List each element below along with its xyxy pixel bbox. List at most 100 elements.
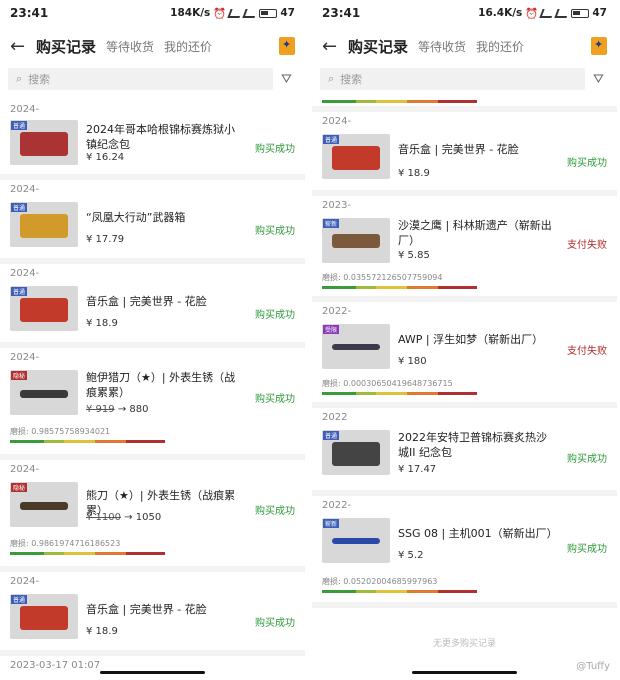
battery-icon	[259, 8, 278, 18]
item-name: 音乐盒 | 完美世界 - 花脸	[86, 295, 207, 308]
search-input[interactable]: ⌕ 搜索	[8, 68, 273, 90]
item-date: 2024-	[10, 464, 40, 475]
item-date: 2024-	[10, 352, 40, 363]
list-item[interactable]: 2022 普通 2022年安特卫普锦标赛炙热沙城II 纪念包 ¥ 17.47 购…	[312, 408, 617, 496]
wear-bar	[322, 286, 477, 289]
item-wear: 磨损: 0.0003065041964873​6715	[322, 379, 453, 388]
item-price: ¥ 1100 → 1050	[86, 512, 162, 523]
wear-bar	[322, 590, 477, 593]
list-item[interactable]: 2023- 崭新 沙漠之鹰 | 科林斯遗产（崭新出厂） ¥ 5.85 支付失败 …	[312, 196, 617, 302]
item-image: 普通	[10, 594, 78, 639]
item-price: ¥ 180	[398, 356, 427, 367]
list-item[interactable]: 2024- 普通 音乐盒 | 完美世界 - 花脸 ¥ 18.9 购买成功	[0, 572, 305, 656]
list-item[interactable]: 2024- 隐秘 鲍伊猎刀（★）| 外表生锈（战痕累累） ¥ 919 → 880…	[0, 348, 305, 460]
item-image: 崭新	[322, 518, 390, 563]
header: ← 购买记录 等待收货 我的还价	[312, 26, 617, 66]
tab-waiting-receipt[interactable]: 等待收货	[418, 38, 466, 55]
alarm-icon: ⏰	[213, 7, 227, 20]
item-date: 2022	[322, 412, 348, 423]
alarm-icon: ⏰	[525, 7, 539, 20]
tab-my-counter-offers[interactable]: 我的还价	[164, 38, 212, 55]
item-name: 音乐盒 | 完美世界 - 花脸	[398, 143, 519, 156]
item-date: 2023-03-17 01:07	[10, 660, 101, 671]
page-title: 购买记录	[36, 37, 97, 56]
item-status: 支付失败	[567, 240, 607, 251]
item-status: 购买成功	[567, 454, 607, 465]
list-item[interactable]: 2024- 隐秘 熊刀（★）| 外表生锈（战痕累累） ¥ 1100 → 1050…	[0, 460, 305, 572]
purchase-list: 2024- 普通 2024年哥本哈根锦标赛炼狱小镇纪念包 ¥ 16.24 购买成…	[0, 100, 305, 680]
search-placeholder: 搜索	[28, 73, 51, 86]
item-status: 购买成功	[255, 144, 295, 155]
tab-waiting-receipt[interactable]: 等待收货	[106, 38, 154, 55]
item-image: 普通	[322, 430, 390, 475]
item-price: ¥ 5.85	[398, 250, 430, 261]
battery-icon	[571, 8, 590, 18]
list-item[interactable]: 2024- 普通 2024年哥本哈根锦标赛炼狱小镇纪念包 ¥ 16.24 购买成…	[0, 100, 305, 180]
item-wear: 磨损: 0.9861974716186523	[10, 539, 121, 548]
item-price: ¥ 18.9	[86, 318, 118, 329]
wear-bar	[322, 100, 477, 103]
item-name: SSG 08 | 主机001（崭新出厂）	[398, 527, 558, 540]
item-image: 普通	[10, 120, 78, 165]
item-name: 音乐盒 | 完美世界 - 花脸	[86, 603, 207, 616]
page-title: 购买记录	[348, 37, 409, 56]
wear-bar	[10, 440, 165, 443]
item-wear: 磨损: 0.98575758934021	[10, 427, 111, 436]
list-item[interactable]: 2023-03-17 01:07	[0, 656, 305, 680]
tab-my-counter-offers[interactable]: 我的还价	[476, 38, 524, 55]
item-wear: 磨损: 0.0520200468599​7963	[322, 577, 438, 586]
item-price: ¥ 919 → 880	[86, 404, 149, 415]
game-switch-icon[interactable]	[279, 37, 295, 55]
item-date: 2024-	[322, 116, 352, 127]
item-wear: 磨损: 0.0355721265077590​94	[322, 273, 443, 282]
item-name: AWP | 浮生如梦（崭新出厂）	[398, 333, 544, 346]
item-date: 2024-	[10, 104, 40, 115]
item-price: ¥ 17.47	[398, 464, 437, 475]
wear-bar	[322, 392, 477, 395]
list-item	[312, 100, 617, 112]
signal-icon	[539, 8, 556, 18]
item-status: 购买成功	[567, 544, 607, 555]
watermark: @Tuffy	[576, 661, 610, 672]
filter-icon[interactable]: ⛛	[281, 72, 297, 87]
list-item[interactable]: 2024- 普通 音乐盒 | 完美世界 - 花脸 ¥ 18.9 购买成功	[312, 112, 617, 196]
item-date: 2022-	[322, 306, 352, 317]
item-date: 2024-	[10, 184, 40, 195]
network-speed: 16.4K/s	[478, 7, 523, 19]
filter-icon[interactable]: ⛛	[593, 72, 609, 87]
item-image: 受限	[322, 324, 390, 369]
item-status: 购买成功	[567, 158, 607, 169]
item-date: 2023-	[322, 200, 352, 211]
item-price: ¥ 16.24	[86, 152, 125, 163]
home-indicator	[412, 671, 517, 674]
item-price: ¥ 18.9	[398, 168, 430, 179]
item-name: 2024年哥本哈根锦标赛炼狱小镇纪念包	[86, 123, 235, 151]
battery-level: 47	[280, 7, 295, 19]
item-name: “凤凰大行动”武器箱	[86, 211, 186, 224]
list-item[interactable]: 2022- 崭新 SSG 08 | 主机001（崭新出厂） ¥ 5.2 购买成功…	[312, 496, 617, 608]
search-placeholder: 搜索	[340, 73, 363, 86]
item-image: 崭新	[322, 218, 390, 263]
wear-bar	[10, 552, 165, 555]
item-status: 购买成功	[255, 618, 295, 629]
back-arrow-icon[interactable]: ←	[10, 36, 26, 57]
search-input[interactable]: ⌕ 搜索	[320, 68, 585, 90]
list-item[interactable]: 2022- 受限 AWP | 浮生如梦（崭新出厂） ¥ 180 支付失败 磨损:…	[312, 302, 617, 408]
home-indicator	[100, 671, 205, 674]
search-icon: ⌕	[328, 72, 335, 85]
item-name: 沙漠之鹰 | 科林斯遗产（崭新出厂）	[398, 219, 552, 247]
list-item[interactable]: 2024- 普通 “凤凰大行动”武器箱 ¥ 17.79 购买成功	[0, 180, 305, 264]
status-time: 23:41	[322, 6, 361, 20]
game-switch-icon[interactable]	[591, 37, 607, 55]
network-speed: 184K/s	[170, 7, 211, 19]
item-image: 普通	[322, 134, 390, 179]
item-date: 2024-	[10, 576, 40, 587]
list-item[interactable]: 2024- 普通 音乐盒 | 完美世界 - 花脸 ¥ 18.9 购买成功	[0, 264, 305, 348]
item-image: 隐秘	[10, 370, 78, 415]
signal-icon	[554, 8, 571, 18]
item-status: 购买成功	[255, 310, 295, 321]
item-name: 鲍伊猎刀（★）| 外表生锈（战痕累累）	[86, 371, 236, 399]
item-price: ¥ 18.9	[86, 626, 118, 637]
back-arrow-icon[interactable]: ←	[322, 36, 338, 57]
purchase-list: 2024- 普通 音乐盒 | 完美世界 - 花脸 ¥ 18.9 购买成功 202…	[312, 100, 617, 680]
